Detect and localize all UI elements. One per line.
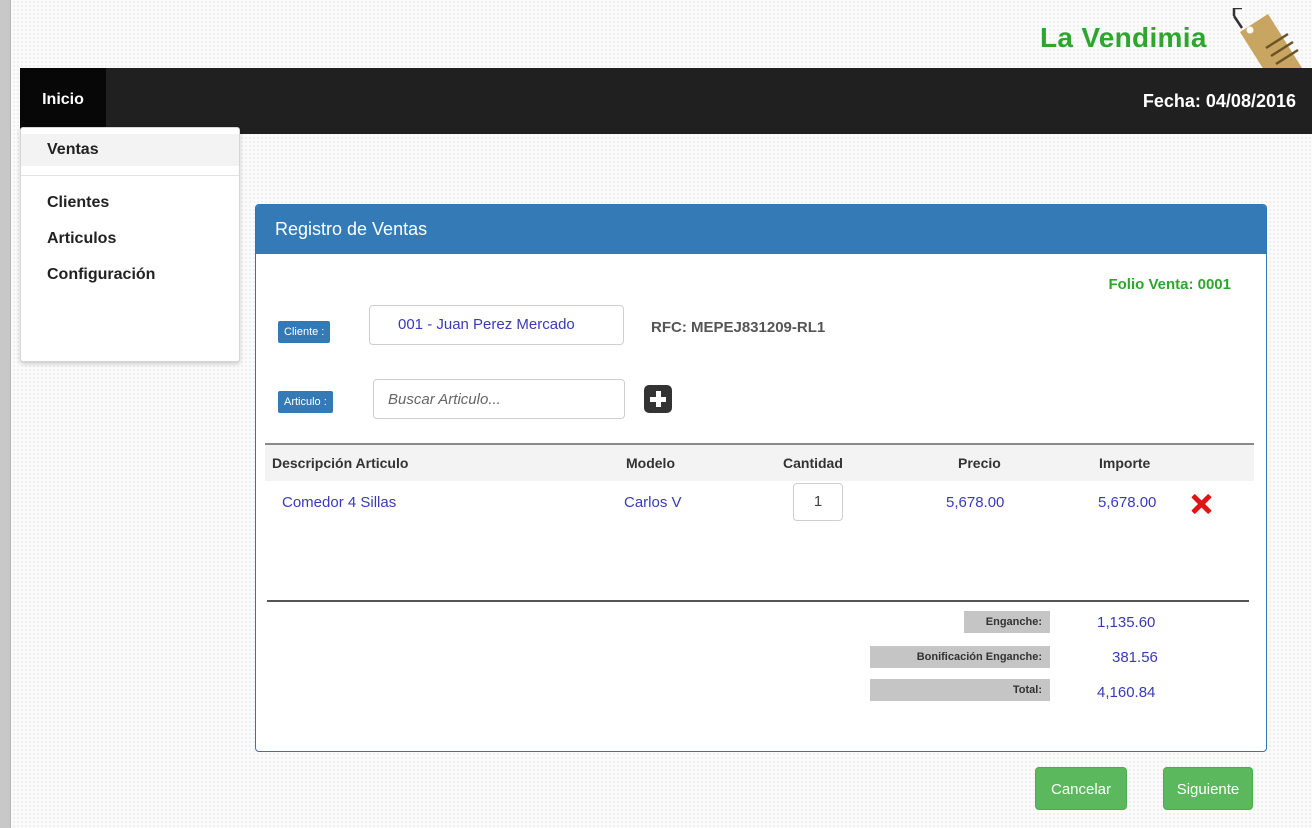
panel-title: Registro de Ventas	[275, 219, 428, 239]
menu-item-ventas[interactable]: Ventas	[47, 141, 99, 159]
nav-inicio[interactable]: Inicio	[20, 68, 106, 134]
folio-label: Folio Venta: 0001	[1108, 276, 1231, 293]
row-precio: 5,678.00	[946, 494, 1005, 511]
table-divider	[267, 600, 1249, 602]
add-article-button[interactable]	[644, 385, 672, 413]
brand-name: La Vendimia	[1040, 22, 1207, 53]
next-button[interactable]: Siguiente	[1163, 767, 1253, 810]
col-header-importe: Importe	[1099, 455, 1151, 471]
col-header-descripcion: Descripción Articulo	[272, 455, 409, 471]
quantity-input[interactable]: 1	[793, 483, 843, 521]
delete-x-icon[interactable]	[1190, 493, 1212, 515]
sales-register-panel: Registro de Ventas Folio Venta: 0001 Cli…	[255, 204, 1267, 752]
enganche-label: Enganche:	[964, 611, 1050, 633]
client-field[interactable]: 001 - Juan Perez Mercado	[369, 305, 624, 345]
row-descripcion: Comedor 4 Sillas	[282, 494, 397, 511]
article-search-input[interactable]	[373, 379, 625, 419]
bonificacion-value: 381.56	[1112, 649, 1158, 666]
cancel-button[interactable]: Cancelar	[1035, 767, 1127, 810]
panel-header: Registro de Ventas	[256, 205, 1266, 254]
col-header-cantidad: Cantidad	[783, 455, 843, 471]
col-header-precio: Precio	[958, 455, 1001, 471]
menu-item-configuracion[interactable]: Configuración	[47, 266, 155, 284]
bonificacion-label: Bonificación Enganche:	[870, 646, 1050, 668]
client-tag: Cliente :	[278, 321, 331, 343]
table-header: Descripción Articulo Modelo Cantidad Pre…	[265, 443, 1254, 481]
total-value: 4,160.84	[1097, 684, 1156, 701]
enganche-value: 1,135.60	[1097, 614, 1156, 631]
window-left-edge	[0, 0, 11, 828]
row-modelo: Carlos V	[624, 494, 682, 511]
row-importe: 5,678.00	[1098, 494, 1157, 511]
total-label: Total:	[870, 679, 1050, 701]
rfc-label: RFC: MEPEJ831209-RL1	[651, 319, 826, 336]
date-display: Fecha: 04/08/2016	[1142, 91, 1296, 111]
inicio-dropdown-menu: Ventas Clientes Articulos Configuración	[20, 127, 240, 362]
article-tag: Articulo :	[278, 391, 333, 413]
menu-divider	[21, 175, 239, 176]
col-header-modelo: Modelo	[626, 455, 675, 471]
top-navbar: Inicio Fecha: 04/08/2016	[20, 68, 1312, 134]
menu-item-clientes[interactable]: Clientes	[47, 194, 109, 212]
menu-item-articulos[interactable]: Articulos	[47, 230, 116, 248]
